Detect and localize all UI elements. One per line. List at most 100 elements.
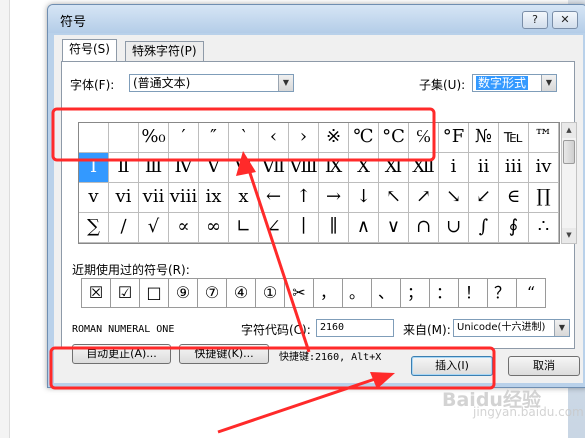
symbol-cell[interactable]: ⅰ: [439, 153, 469, 183]
cancel-button[interactable]: 取消: [508, 356, 580, 376]
shortcut-key-button[interactable]: 快捷键(K)...: [179, 344, 269, 364]
symbol-cell[interactable]: ∕: [109, 213, 139, 243]
scroll-thumb[interactable]: [563, 140, 575, 164]
help-button[interactable]: ?: [522, 11, 548, 29]
symbol-cell[interactable]: ↘: [439, 183, 469, 213]
symbol-cell[interactable]: Ⅻ: [409, 153, 439, 183]
symbol-cell[interactable]: ⅹ: [229, 183, 259, 213]
symbol-cell[interactable]: ⅵ: [109, 183, 139, 213]
char-code-input[interactable]: 2160: [316, 319, 394, 337]
symbol-cell[interactable]: ↑: [289, 183, 319, 213]
subset-select[interactable]: 数字形式 ▼: [472, 74, 557, 92]
symbol-cell[interactable]: ‵: [229, 123, 259, 153]
recent-symbol-cell[interactable]: ，: [313, 278, 343, 308]
symbol-cell[interactable]: ›: [289, 123, 319, 153]
symbol-cell[interactable]: ∫: [469, 213, 499, 243]
symbol-cell[interactable]: [79, 123, 109, 153]
symbol-cell[interactable]: ⅷ: [169, 183, 199, 213]
recent-symbol-cell[interactable]: ☒: [81, 278, 111, 308]
chevron-down-icon[interactable]: ▼: [278, 75, 293, 91]
symbol-cell[interactable]: ⅴ: [79, 183, 109, 213]
symbol-cell[interactable]: ⅱ: [469, 153, 499, 183]
symbol-cell[interactable]: ∝: [169, 213, 199, 243]
recent-symbol-cell[interactable]: ：: [429, 278, 459, 308]
recent-symbol-cell[interactable]: 。: [342, 278, 372, 308]
symbol-cell[interactable]: ⅶ: [139, 183, 169, 213]
symbol-cell[interactable]: Ⅳ: [169, 153, 199, 183]
font-select[interactable]: (普通文本) ▼: [129, 74, 294, 92]
symbol-cell[interactable]: →: [319, 183, 349, 213]
symbol-cell[interactable]: ∨: [379, 213, 409, 243]
symbol-cell[interactable]: ↓: [349, 183, 379, 213]
symbol-cell[interactable]: №: [469, 123, 499, 153]
symbol-cell[interactable]: Ⅺ: [379, 153, 409, 183]
symbol-cell[interactable]: ∈: [499, 183, 529, 213]
symbol-cell[interactable]: √: [139, 213, 169, 243]
chevron-down-icon[interactable]: ▼: [541, 75, 556, 91]
symbol-cell[interactable]: ⅳ: [529, 153, 559, 183]
recent-symbol-cell[interactable]: ①: [255, 278, 285, 308]
symbol-cell[interactable]: Ⅶ: [259, 153, 289, 183]
insert-button[interactable]: 插入(I): [411, 356, 493, 376]
scroll-up-icon[interactable]: ▲: [562, 123, 576, 138]
symbol-cell[interactable]: ℃: [349, 123, 379, 153]
symbol-cell[interactable]: °C: [379, 123, 409, 153]
symbol-cell[interactable]: ⅸ: [199, 183, 229, 213]
symbol-grid-scrollbar[interactable]: ▲ ▼: [561, 122, 577, 244]
symbol-cell[interactable]: ⅲ: [499, 153, 529, 183]
symbol-cell[interactable]: ↖: [379, 183, 409, 213]
symbol-cell[interactable]: ∪: [439, 213, 469, 243]
from-select[interactable]: Unicode(十六进制) ▼: [453, 319, 570, 337]
symbol-cell[interactable]: %₀: [139, 123, 169, 153]
symbol-cell[interactable]: [109, 123, 139, 153]
recent-symbol-cell[interactable]: ⑦: [197, 278, 227, 308]
symbol-cell[interactable]: ™: [529, 123, 559, 153]
symbol-cell[interactable]: ∧: [349, 213, 379, 243]
recent-symbol-cell[interactable]: ⑨: [168, 278, 198, 308]
symbol-cell[interactable]: ※: [319, 123, 349, 153]
recent-symbol-cell[interactable]: ！: [458, 278, 488, 308]
symbol-cell[interactable]: ℡: [499, 123, 529, 153]
autocorrect-button[interactable]: 自动更正(A)...: [72, 344, 171, 364]
recent-symbol-cell[interactable]: “: [516, 278, 546, 308]
scroll-down-icon[interactable]: ▼: [562, 228, 576, 243]
symbol-cell[interactable]: Ⅱ: [109, 153, 139, 183]
recent-symbol-cell[interactable]: ？: [487, 278, 517, 308]
symbol-cell[interactable]: ∥: [319, 213, 349, 243]
symbol-cell[interactable]: ℅: [409, 123, 439, 153]
symbol-cell[interactable]: Ⅰ: [79, 153, 109, 183]
symbol-cell[interactable]: ∴: [529, 213, 559, 243]
from-select-value: Unicode(十六进制): [457, 322, 546, 333]
symbol-cell[interactable]: Ⅵ: [229, 153, 259, 183]
symbol-cell[interactable]: ∟: [229, 213, 259, 243]
symbol-cell[interactable]: ←: [259, 183, 289, 213]
recent-symbol-cell[interactable]: ④: [226, 278, 256, 308]
symbol-cell[interactable]: °F: [439, 123, 469, 153]
recent-symbol-cell[interactable]: 、: [371, 278, 401, 308]
symbol-cell[interactable]: ∑: [79, 213, 109, 243]
recent-symbol-cell[interactable]: □: [139, 278, 169, 308]
symbol-cell[interactable]: Ⅴ: [199, 153, 229, 183]
recent-symbol-cell[interactable]: ☑: [110, 278, 140, 308]
chevron-down-icon[interactable]: ▼: [554, 320, 569, 336]
symbol-cell[interactable]: ↗: [409, 183, 439, 213]
symbol-cell[interactable]: Ⅷ: [289, 153, 319, 183]
symbol-cell[interactable]: ∩: [409, 213, 439, 243]
symbol-cell[interactable]: ‹: [259, 123, 289, 153]
symbol-cell[interactable]: ″: [199, 123, 229, 153]
recent-symbol-cell[interactable]: ；: [400, 278, 430, 308]
symbol-cell[interactable]: ∠: [259, 213, 289, 243]
recent-symbol-cell[interactable]: ✂: [284, 278, 314, 308]
symbol-cell[interactable]: Ⅲ: [139, 153, 169, 183]
close-button[interactable]: ✕: [552, 11, 578, 29]
symbol-cell[interactable]: ′: [169, 123, 199, 153]
symbol-cell[interactable]: Ⅸ: [319, 153, 349, 183]
symbol-cell[interactable]: ↙: [469, 183, 499, 213]
tab-special-characters[interactable]: 特殊字符(P): [125, 41, 204, 61]
symbol-cell[interactable]: ∣: [289, 213, 319, 243]
symbol-cell[interactable]: ∮: [499, 213, 529, 243]
tab-symbols[interactable]: 符号(S): [62, 39, 117, 61]
symbol-cell[interactable]: Ⅹ: [349, 153, 379, 183]
symbol-cell[interactable]: ∏: [529, 183, 559, 213]
symbol-cell[interactable]: ∞: [199, 213, 229, 243]
